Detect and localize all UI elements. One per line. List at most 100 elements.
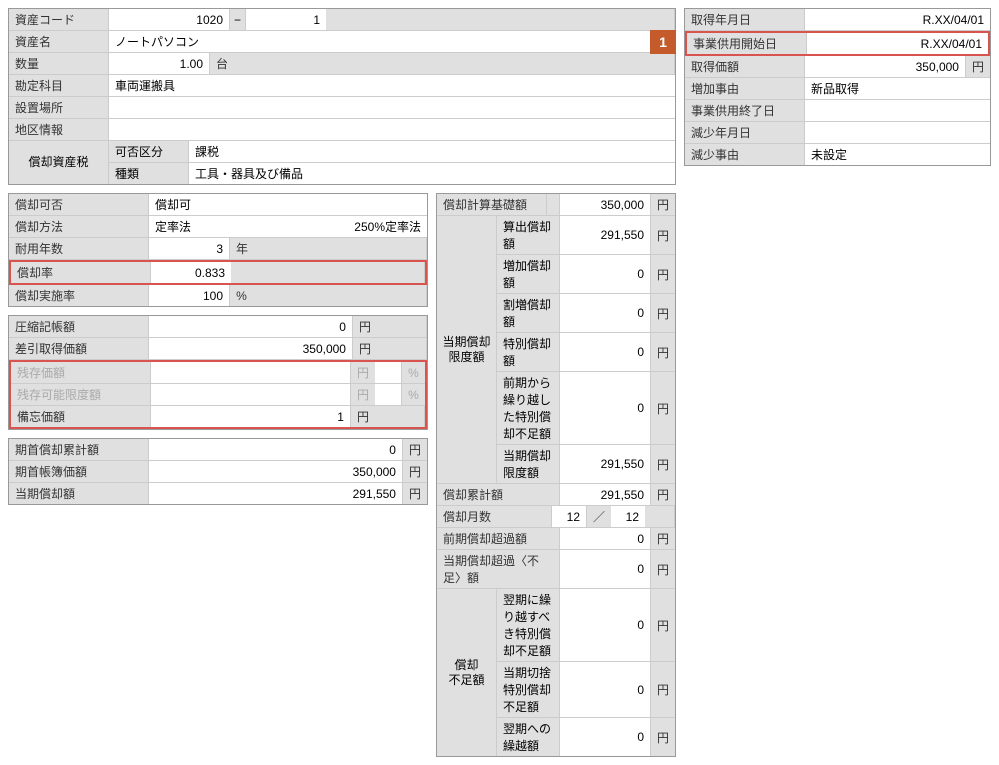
begin-balance-panel: 期首償却累計額 0 円 期首帳簿価額 350,000 円 当期償却額 291,5… [8,438,428,505]
spec-label: 特別償却額 [497,333,560,371]
asset-name-label: 資産名 [9,31,109,52]
cut-value: 0 [560,662,650,717]
net-value[interactable]: 350,000 [149,338,352,359]
next-value: 0 [560,589,650,661]
acquisition-panel: 取得年月日 R.XX/04/01 事業供用開始日 R.XX/04/01 取得価額… [684,8,991,166]
prev-over-value: 0 [560,528,650,549]
salvage-label: 残存価額 [11,362,151,383]
months-1[interactable]: 12 [552,506,586,527]
callout-1: 1 [650,30,676,54]
san-label: 算出償却額 [497,216,560,254]
inc-reason-value[interactable]: 新品取得 [805,78,990,99]
life-value[interactable]: 3 [149,238,229,259]
book-value-panel: 圧縮記帳額 0 円 差引取得価額 350,000 円 残存価額 [8,315,428,430]
accum-label: 償却累計額 [437,484,560,505]
kahi-label: 可否区分 [109,141,189,162]
next-carry-label: 翌期への繰越額 [497,718,560,756]
qty-value[interactable]: 1.00 [109,53,209,74]
begin-accum-label: 期首償却累計額 [9,439,149,460]
memo-value[interactable]: 1 [151,406,350,427]
dec-reason-value[interactable]: 未設定 [805,144,990,165]
calc-base-value: 350,000 [560,194,650,215]
calc-panel: 償却計算基礎額 350,000 円 当期償却 限度額 算出償却額 291,550… [436,193,676,757]
salvage-value [151,362,350,383]
net-label: 差引取得価額 [9,338,149,359]
dec-date-value[interactable] [805,122,990,143]
san-value: 291,550 [560,216,650,254]
inc-label: 増加償却額 [497,255,560,293]
memo-label: 備忘価額 [11,406,151,427]
kahi-value[interactable]: 課税 [189,141,675,162]
asset-info-panel: 資産コード 1020 − 1 資産名 ノートパソコン 数量 1.00 台 勘定科… [8,8,676,185]
dash-separator: − [229,9,246,30]
comp-value[interactable]: 0 [149,316,352,337]
spec-value: 0 [560,333,650,371]
location-value[interactable] [109,97,675,118]
acq-date-label: 取得年月日 [685,9,805,30]
begin-book-value[interactable]: 350,000 [149,461,402,482]
wari-value: 0 [560,294,650,332]
dep-able-value[interactable]: 償却可 [149,194,427,215]
comp-label: 圧縮記帳額 [9,316,149,337]
asset-code-2[interactable]: 1 [246,9,326,30]
cost-value[interactable]: 350,000 [805,56,965,77]
rate-value[interactable]: 0.833 [151,262,231,283]
type-label: 種類 [109,163,189,184]
next-label: 翌期に繰り越すべき特別償却不足額 [497,589,560,661]
accum-value: 291,550 [560,484,650,505]
limit-label: 当期償却限度額 [497,445,560,483]
months-2: 12 [611,506,645,527]
rate-label: 償却率 [11,262,151,283]
short-group-label: 償却 不足額 [437,589,497,756]
type-value[interactable]: 工具・器具及び備品 [189,163,675,184]
begin-book-label: 期首帳簿価額 [9,461,149,482]
inc-reason-label: 増加事由 [685,78,805,99]
cur-over-label: 当期償却超過〈不足〉額 [437,550,560,588]
cur-over-value: 0 [560,550,650,588]
start-value[interactable]: R.XX/04/01 [807,33,988,54]
dec-reason-label: 減少事由 [685,144,805,165]
salvage-limit-value [151,384,350,405]
location-label: 設置場所 [9,97,109,118]
end-label: 事業供用終了日 [685,100,805,121]
tax-group-label: 償却資産税 [9,141,109,184]
exec-label: 償却実施率 [9,285,149,306]
cut-label: 当期切捨特別償却不足額 [497,662,560,717]
prev-value: 0 [560,372,650,444]
dep-method-sub: 250%定率法 [269,216,427,237]
months-label: 償却月数 [437,506,552,527]
inc-value: 0 [560,255,650,293]
account-label: 勘定科目 [9,75,109,96]
end-value[interactable] [805,100,990,121]
acq-date-value[interactable]: R.XX/04/01 [805,9,990,30]
qty-unit: 台 [209,53,234,74]
dep-method-label: 償却方法 [9,216,149,237]
life-label: 耐用年数 [9,238,149,259]
dep-method-panel: 償却可否 償却可 償却方法 定率法 250%定率法 耐用年数 3 年 [8,193,428,307]
salvage-limit-label: 残存可能限度額 [11,384,151,405]
region-value[interactable] [109,119,675,140]
current-dep-label: 当期償却額 [9,483,149,504]
exec-unit: % [229,285,253,306]
asset-code-label: 資産コード [9,9,109,30]
account-value[interactable]: 車両運搬具 [109,75,675,96]
yen-unit: 円 [352,316,377,337]
wari-label: 割増償却額 [497,294,560,332]
prev-label: 前期から繰り越した特別償却不足額 [497,372,560,444]
asset-code-1[interactable]: 1020 [109,9,229,30]
prev-over-label: 前期償却超過額 [437,528,560,549]
calc-base-label: 償却計算基礎額 [437,194,547,215]
limit-value: 291,550 [560,445,650,483]
current-dep-value[interactable]: 291,550 [149,483,402,504]
dec-date-label: 減少年月日 [685,122,805,143]
dep-able-label: 償却可否 [9,194,149,215]
asset-name-value[interactable]: ノートパソコン [109,31,675,52]
qty-label: 数量 [9,53,109,74]
begin-accum-value[interactable]: 0 [149,439,402,460]
dep-method-value[interactable]: 定率法 [149,216,269,237]
life-unit: 年 [229,238,254,259]
exec-value[interactable]: 100 [149,285,229,306]
salvage-highlight-block: 残存価額 円 % 残存可能限度額 円 % [9,360,427,429]
start-date-row: 事業供用開始日 R.XX/04/01 [685,31,990,56]
next-carry-value: 0 [560,718,650,756]
